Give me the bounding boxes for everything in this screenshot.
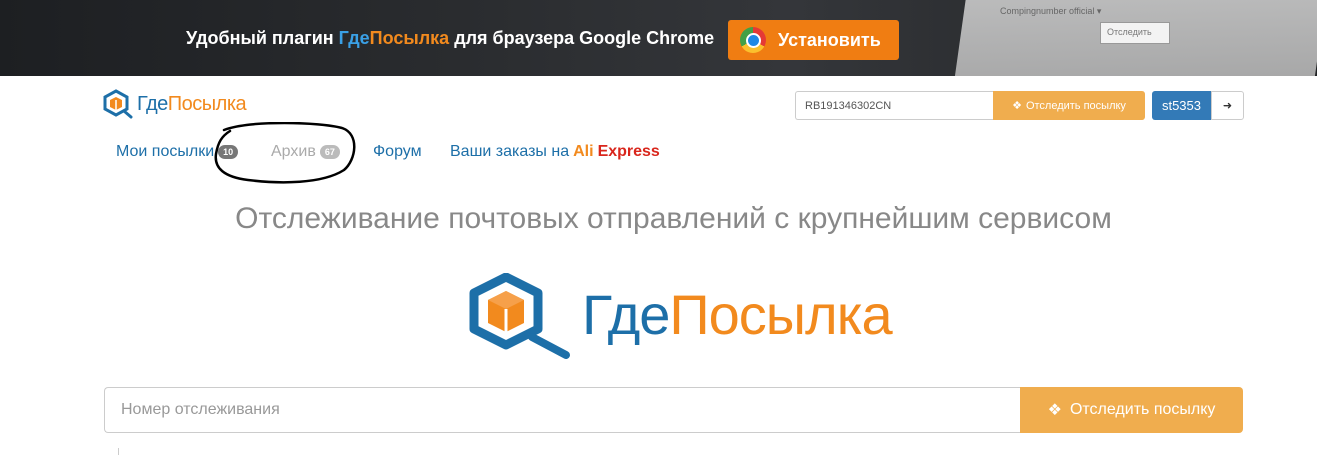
track-parcel-button[interactable]: ❖ Отследить посылку (1020, 387, 1243, 433)
header-track-button[interactable]: ❖ Отследить посылку (993, 91, 1145, 120)
nav-forum[interactable]: Форум (373, 143, 422, 161)
nav-aliexpress-orders[interactable]: Ваши заказы на Ali Express (450, 143, 660, 161)
banner-text: Удобный плагин ГдеПосылка для браузера G… (186, 28, 715, 48)
logout-icon[interactable]: ➜ (1211, 91, 1244, 120)
annotation-scribble (214, 122, 356, 184)
hero-logo: ГдеПосылка (466, 273, 893, 361)
install-label: Установить (778, 29, 881, 50)
divider (118, 448, 119, 455)
site-logo[interactable]: ГдеПосылка (103, 89, 247, 119)
hero-title: Отслеживание почтовых отправлений с круп… (235, 202, 1112, 235)
parcel-icon: ❖ (1012, 100, 1022, 112)
parcel-icon: ❖ (1047, 402, 1062, 419)
header-track-input[interactable] (795, 91, 994, 120)
chrome-icon (740, 27, 766, 53)
parcel-logo-icon (103, 89, 133, 119)
promo-banner: Compingnumber official ▾ Отследить Удобн… (0, 0, 1317, 76)
user-button[interactable]: st5353 (1152, 91, 1211, 120)
tracking-number-input[interactable] (104, 387, 1021, 433)
banner-background-text: Compingnumber official ▾ (1000, 6, 1102, 16)
banner-background-button: Отследить (1100, 22, 1170, 44)
install-plugin-button[interactable]: Установить (728, 20, 899, 60)
parcel-logo-large-icon (469, 273, 570, 359)
